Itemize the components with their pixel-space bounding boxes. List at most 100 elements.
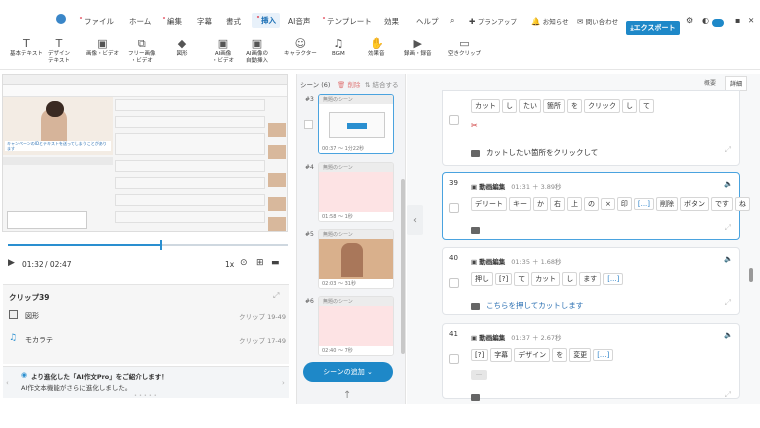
clip-card[interactable]: 39 ▣ 動画編集 01:31 ＋ 3.89秒 🔈 デリート キーか右上の × 印 [...] 削… bbox=[442, 172, 751, 240]
next-arrow-icon[interactable]: › bbox=[282, 379, 285, 387]
contact-button[interactable]: ✉ 問い合わせ bbox=[577, 16, 618, 26]
scene-scrollbar[interactable] bbox=[401, 179, 405, 354]
word-token[interactable]: 押し bbox=[471, 272, 493, 286]
window-icon[interactable]: ▪ bbox=[735, 16, 740, 25]
menu-subtitle[interactable]: 字幕 bbox=[197, 16, 212, 27]
word-token[interactable]: カット bbox=[531, 272, 561, 286]
word-token[interactable]: て bbox=[639, 99, 654, 113]
progress-handle[interactable] bbox=[160, 240, 162, 250]
tool-button[interactable]: ▣ AI画像 ・ビデオ bbox=[212, 38, 234, 65]
export-button[interactable]: ⤓ エクスポート bbox=[626, 21, 680, 35]
play-icon[interactable]: ▶ bbox=[8, 258, 15, 268]
word-token[interactable]: 削除 bbox=[656, 197, 679, 211]
speaker-icon[interactable]: 🔈 bbox=[724, 180, 733, 188]
word-token[interactable]: し bbox=[502, 99, 517, 113]
word-token[interactable]: デリート bbox=[471, 197, 507, 211]
notice-banner[interactable]: ‹ ◉ より進化した「AI作文Pro」をご紹介します！ AI作文本機能がさらに進… bbox=[3, 366, 289, 399]
tool-button[interactable]: T デザイン テキスト bbox=[48, 38, 70, 65]
clip-card[interactable]: 41 ▣ 動画編集 01:37 ＋ 2.67秒 🔈 [?] 字幕 デザインを変更 [...] …… bbox=[442, 323, 740, 401]
tool-button[interactable]: ▣ AI画像の 自動挿入 bbox=[246, 38, 268, 65]
link-icon[interactable]: ⤢ bbox=[725, 298, 731, 308]
settings-gear-icon[interactable]: ⚙ bbox=[686, 16, 693, 25]
link-icon[interactable]: ⤢ bbox=[725, 390, 731, 400]
menu-template[interactable]: ˚テンプレート bbox=[322, 16, 372, 27]
tab-detail[interactable]: 詳細 bbox=[725, 76, 748, 91]
subtitle-icon[interactable]: ▬ bbox=[271, 258, 280, 268]
link-icon[interactable]: ⤢ bbox=[725, 145, 731, 155]
word-token[interactable]: て bbox=[514, 272, 530, 286]
clip-checkbox[interactable] bbox=[449, 354, 459, 364]
word-token[interactable]: 印 bbox=[616, 197, 632, 211]
tool-button[interactable]: ♫ BGM bbox=[332, 38, 345, 58]
word-token[interactable]: を bbox=[552, 348, 568, 362]
word-token[interactable]: [?] bbox=[495, 273, 513, 285]
word-token[interactable]: か bbox=[533, 197, 548, 211]
clip-card[interactable]: 40 ▣ 動画編集 01:35 ＋ 1.68秒 🔈 押し [?] てカットします [...] こ… bbox=[442, 247, 740, 315]
video-preview[interactable]: キャンペーンのIDとテキストを送ってしまうことがあります bbox=[2, 74, 288, 232]
word-token[interactable]: デザイン bbox=[514, 348, 551, 362]
word-token[interactable]: たい bbox=[519, 99, 541, 113]
word-token[interactable]: 変更 bbox=[569, 348, 592, 362]
search-icon[interactable]: ⌕ bbox=[450, 16, 454, 26]
clip-checkbox[interactable] bbox=[449, 278, 459, 288]
snapshot-icon[interactable]: ⊙ bbox=[240, 258, 248, 268]
scene-checkbox[interactable] bbox=[304, 120, 313, 129]
theme-icon[interactable]: ◐ bbox=[702, 16, 709, 25]
tool-button[interactable]: ☺ キャラクター bbox=[284, 38, 317, 58]
word-token[interactable]: [...] bbox=[593, 349, 614, 361]
cut-scissors-icon[interactable]: ✂ bbox=[471, 121, 478, 130]
word-token[interactable]: し bbox=[622, 99, 637, 113]
scene-card[interactable]: 無題のシーン 02:03 ～ 31秒 bbox=[318, 229, 394, 289]
menu-insert[interactable]: ˚挿入 bbox=[252, 13, 280, 28]
word-token[interactable]: ます bbox=[579, 272, 602, 286]
speaker-icon[interactable]: 🔈 bbox=[724, 331, 733, 339]
speed-button[interactable]: 1x bbox=[225, 260, 234, 269]
word-token[interactable]: × bbox=[601, 198, 615, 210]
account-avatar-icon[interactable] bbox=[56, 14, 66, 24]
word-token[interactable]: [?] bbox=[471, 349, 489, 361]
caption-row[interactable]: こちらを押してカットします bbox=[471, 300, 583, 311]
menu-home[interactable]: ホーム bbox=[129, 16, 151, 27]
notice-button[interactable]: 🔔 お知らせ bbox=[531, 16, 569, 26]
clip-checkbox[interactable] bbox=[449, 115, 459, 125]
clip-list-scrollbar[interactable] bbox=[749, 268, 753, 282]
caption-row[interactable] bbox=[471, 225, 486, 234]
word-token[interactable]: [...] bbox=[633, 198, 655, 210]
word-token[interactable]: を bbox=[567, 99, 582, 113]
add-scene-button[interactable]: シーンの追加 ⌄ bbox=[303, 362, 393, 382]
prev-arrow-icon[interactable]: ‹ bbox=[6, 379, 9, 387]
word-token[interactable]: [...] bbox=[603, 273, 624, 285]
word-token[interactable]: クリック bbox=[584, 99, 620, 113]
close-icon[interactable]: ✕ bbox=[748, 16, 754, 25]
word-token[interactable]: ね bbox=[735, 197, 751, 211]
clip-card[interactable]: カットしたい 箇所をクリックして ✂ カットしたい箇所をクリックして ⤢ bbox=[442, 90, 740, 166]
tab-overview[interactable]: 概要 bbox=[700, 76, 720, 89]
menu-file[interactable]: ˚ファイル bbox=[79, 16, 114, 27]
word-token[interactable]: 字幕 bbox=[490, 348, 513, 362]
more-tokens-button[interactable]: … bbox=[471, 370, 487, 380]
menu-help[interactable]: ヘルプ bbox=[416, 16, 439, 27]
playback-progress[interactable] bbox=[8, 240, 288, 250]
tool-button[interactable]: ▭ 空きクリップ bbox=[448, 38, 481, 58]
menu-edit[interactable]: ˚編集 bbox=[162, 16, 182, 27]
collapse-panel-button[interactable]: ‹ bbox=[407, 205, 423, 235]
caption-row[interactable]: カットしたい箇所をクリックして bbox=[471, 147, 598, 158]
word-token[interactable]: 箇所 bbox=[543, 99, 565, 113]
tool-button[interactable]: ▣ 画像・ビデオ bbox=[86, 38, 119, 58]
scene-card[interactable]: 無題のシーン 00:37 ～ 1分22秒 bbox=[318, 94, 394, 154]
caption-row[interactable] bbox=[471, 392, 486, 401]
menu-effect[interactable]: 効果 bbox=[384, 16, 399, 27]
upgrade-button[interactable]: ✚ プランアップ bbox=[469, 16, 517, 26]
tool-button[interactable]: ▶ 録画・録音 bbox=[404, 38, 432, 58]
tool-button[interactable]: ⧉ フリー画像 ・ビデオ bbox=[128, 38, 156, 65]
scene-card[interactable]: 無題のシーン 01:58 ～ 1秒 bbox=[318, 162, 394, 222]
word-token[interactable]: ボタン bbox=[680, 197, 710, 211]
clip-checkbox[interactable] bbox=[449, 203, 459, 213]
link-icon[interactable]: ⤢ bbox=[725, 223, 731, 233]
theme-toggle[interactable] bbox=[712, 19, 724, 27]
word-token[interactable]: キー bbox=[509, 197, 531, 211]
word-token[interactable]: 右 bbox=[550, 197, 565, 211]
word-token[interactable]: です bbox=[711, 197, 734, 211]
scroll-up-arrow-icon[interactable]: ↑ bbox=[343, 390, 351, 401]
menu-format[interactable]: 書式 bbox=[226, 16, 241, 27]
